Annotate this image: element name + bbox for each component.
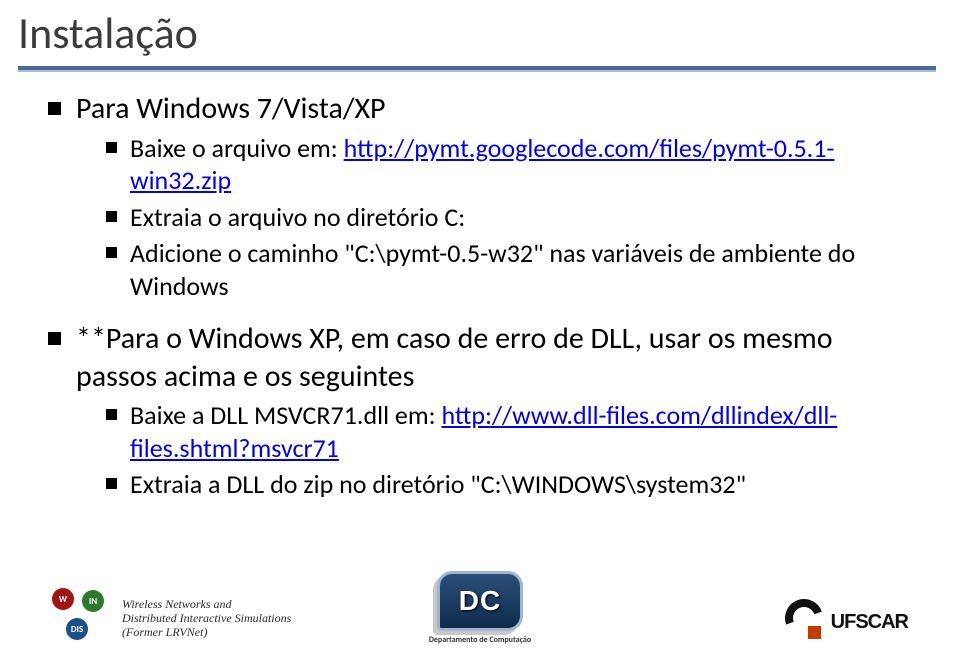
slide-content: Para Windows 7/Vista/XP Baixe o arquivo … xyxy=(48,90,918,515)
bullet-windows-text: Para Windows 7/Vista/XP xyxy=(76,90,386,127)
title-underline xyxy=(18,66,936,72)
slide-title: Instalação xyxy=(18,6,198,60)
bullet-xp-text: **Para o Windows XP, em caso de erro de … xyxy=(76,320,833,395)
windis-line2: Distributed Interactive Simulations xyxy=(122,612,291,626)
sub-baixe-dll: Baixe a DLL MSVCR71.dll em: http://www.d… xyxy=(106,399,918,464)
ufscar-swoosh-icon xyxy=(788,602,825,642)
sub-baixe-arquivo: Baixe o arquivo em: http://pymt.googleco… xyxy=(106,132,918,197)
sub-baixe-dll-prefix: Baixe a DLL MSVCR71.dll em: xyxy=(130,399,441,431)
windis-caption: Wireless Networks and Distributed Intera… xyxy=(122,598,291,639)
dc-label: DC xyxy=(459,585,501,617)
windis-icon-cluster: W IN DIS xyxy=(52,588,114,650)
windis-icon-red: W xyxy=(52,588,74,610)
sublist-1: Baixe o arquivo em: http://pymt.googleco… xyxy=(106,132,918,303)
bullet-xp-error: **Para o Windows XP, em caso de erro de … xyxy=(48,320,918,501)
sub-extraia: Extraia o arquivo no diretório C: xyxy=(106,201,918,234)
windis-icon-green: IN xyxy=(82,590,104,612)
dc-badge-icon: DC xyxy=(437,571,523,631)
bullet-list: Para Windows 7/Vista/XP Baixe o arquivo … xyxy=(48,90,918,501)
logo-dc: DC Departamento de Computação xyxy=(415,571,545,655)
sublist-2: Baixe a DLL MSVCR71.dll em: http://www.d… xyxy=(106,399,918,501)
logo-ufscar: UFSCAR xyxy=(788,599,908,645)
logo-windis: W IN DIS Wireless Networks and Distribut… xyxy=(52,583,302,655)
ufscar-text: UFSCAR xyxy=(831,611,908,634)
footer: W IN DIS Wireless Networks and Distribut… xyxy=(0,565,960,655)
windis-icon-blue: DIS xyxy=(66,618,88,640)
sub-extraia-dll: Extraia a DLL do zip no diretório "C:\WI… xyxy=(106,468,918,501)
sub-adicione-caminho: Adicione o caminho "C:\pymt-0.5-w32" nas… xyxy=(106,237,918,302)
dc-caption: Departamento de Computação xyxy=(415,635,545,645)
sub-baixe-prefix: Baixe o arquivo em: xyxy=(130,132,344,164)
bullet-windows: Para Windows 7/Vista/XP Baixe o arquivo … xyxy=(48,90,918,302)
windis-line1: Wireless Networks and xyxy=(122,598,291,612)
windis-line3: (Former LRVNet) xyxy=(122,626,291,640)
